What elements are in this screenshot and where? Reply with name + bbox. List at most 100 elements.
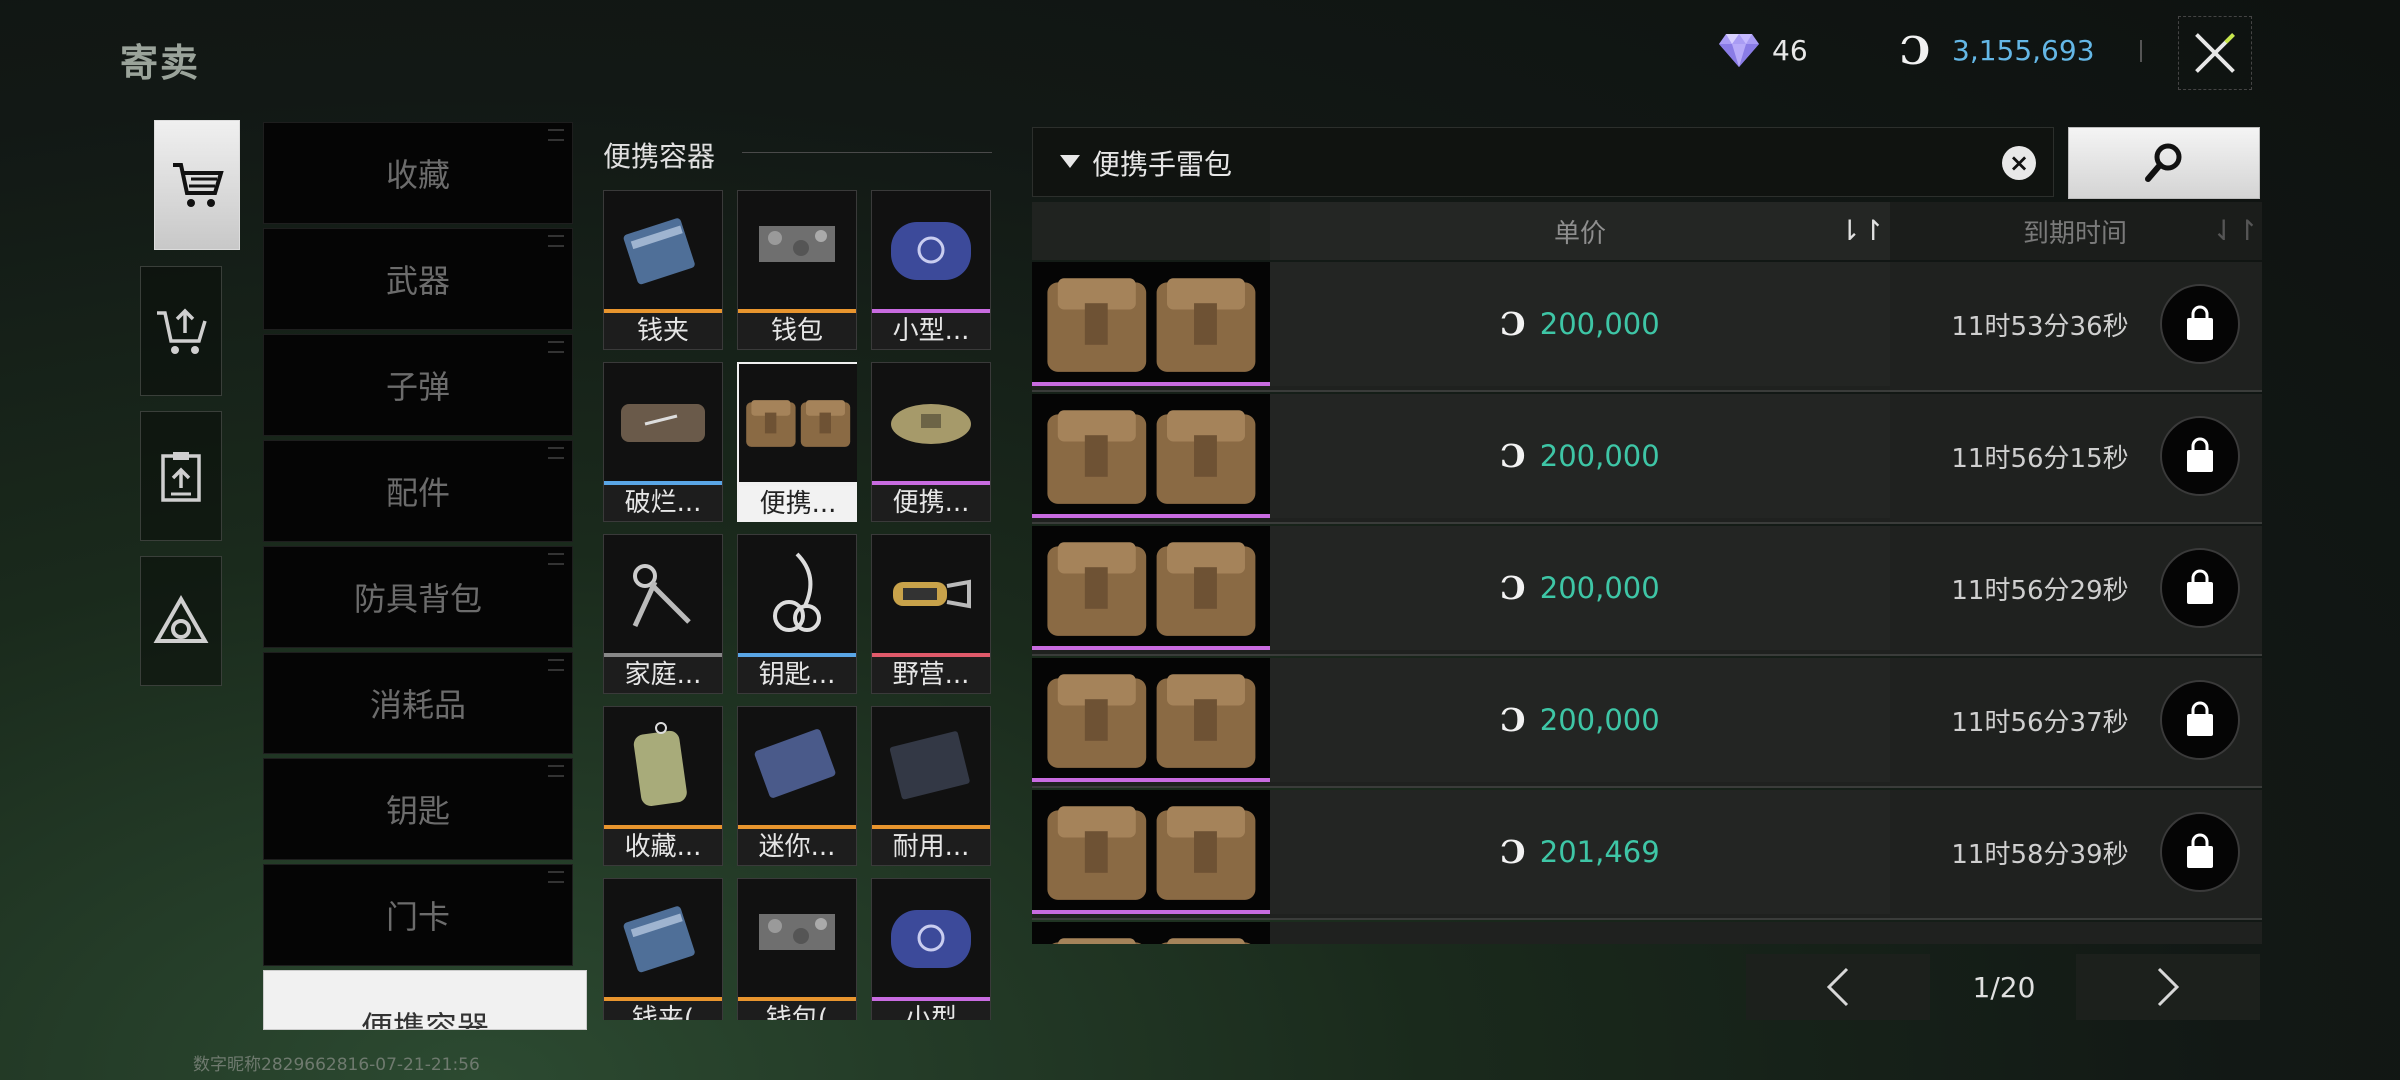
expire-time: 11时56分29秒: [1951, 575, 2129, 606]
grid-title-divider: [742, 152, 992, 153]
prev-page-button[interactable]: [1746, 954, 1930, 1020]
rarity-bar: [1032, 910, 1270, 914]
unit-price: 200,000: [1539, 703, 1660, 737]
item-tile[interactable]: 钱夹: [603, 190, 723, 350]
rail-tab-buy[interactable]: [154, 120, 240, 250]
keyring-icon: [738, 535, 856, 653]
waist-pack-icon: [872, 363, 990, 481]
category-armor-backpacks[interactable]: 防具背包: [263, 546, 573, 648]
table-header-image-col: [1032, 202, 1270, 260]
close-button[interactable]: [2178, 16, 2252, 90]
shopping-bag-icon: [2187, 701, 2213, 736]
buy-button[interactable]: [2160, 416, 2240, 496]
price-cell: Ɔ 200,000: [1270, 526, 1890, 650]
search-value[interactable]: 便携手雷包: [1092, 143, 1232, 183]
item-tile[interactable]: 收藏...: [603, 706, 723, 866]
category-weapons[interactable]: 武器: [263, 228, 573, 330]
sort-price-icon[interactable]: ⇂↾: [1838, 214, 1885, 247]
item-tile[interactable]: 小型...: [871, 190, 991, 350]
shopping-bag-icon: [2187, 833, 2213, 868]
rail-tab-sell[interactable]: [140, 266, 222, 396]
wallet-camo-icon: [738, 879, 856, 997]
rarity-bar: [1032, 778, 1270, 782]
category-keycards[interactable]: 门卡: [263, 864, 573, 966]
table-row[interactable]: Ɔ 200,000 11时56分15秒: [1032, 394, 2262, 524]
column-price[interactable]: 单价: [1270, 202, 1890, 260]
category-consumables[interactable]: 消耗品: [263, 652, 573, 754]
item-tile[interactable]: 便携...: [871, 362, 991, 522]
search-button[interactable]: [2068, 127, 2260, 199]
category-keys[interactable]: 钥匙: [263, 758, 573, 860]
wallet-camo-icon: [738, 191, 856, 309]
cart-upload-icon: [157, 308, 207, 354]
item-label: 耐用...: [872, 829, 990, 865]
item-label: 收藏...: [604, 829, 722, 865]
clear-search-button[interactable]: ×: [2002, 146, 2036, 180]
unit-price: 201,469: [1539, 835, 1660, 869]
item-label: 迷你...: [738, 829, 856, 865]
rail-tab-records[interactable]: [140, 411, 222, 541]
category-containers[interactable]: 便携容器: [263, 970, 587, 1030]
column-expire[interactable]: 到期时间: [1888, 202, 2262, 260]
buy-button[interactable]: [2160, 812, 2240, 892]
sort-expire-icon[interactable]: ⇃↾: [2212, 214, 2259, 247]
item-tile[interactable]: 迷你...: [737, 706, 857, 866]
item-label: 钱包(: [738, 1001, 856, 1020]
page-title: 寄卖: [120, 41, 201, 85]
grenade-pouch-icon: [1032, 526, 1270, 650]
grenade-pouch-icon: [1032, 394, 1270, 518]
pouch-green-icon: [604, 707, 722, 825]
grid-title: 便携容器: [603, 140, 716, 173]
category-attachments[interactable]: 配件: [263, 440, 573, 542]
close-icon: [2195, 33, 2235, 73]
clipboard-upload-icon: [161, 452, 201, 502]
table-row[interactable]: [1032, 922, 2262, 944]
category-favorites[interactable]: 收藏: [263, 122, 573, 224]
header-divider: [2140, 40, 2142, 62]
chevron-left-icon: [1826, 967, 1849, 1007]
pouch-ragged-icon: [604, 363, 722, 481]
category-ammo[interactable]: 子弹: [263, 334, 573, 436]
buy-button[interactable]: [2160, 284, 2240, 364]
clear-x-icon: ×: [2008, 149, 2030, 177]
rail-tab-special[interactable]: [140, 556, 222, 686]
expire-time: 11时58分39秒: [1951, 839, 2129, 870]
currency-icon: Ɔ: [1500, 701, 1526, 739]
item-tile[interactable]: 野营...: [871, 534, 991, 694]
case-blue-icon: [738, 707, 856, 825]
unit-price: 200,000: [1539, 571, 1660, 605]
item-label: 小型: [872, 1001, 990, 1020]
rarity-bar: [1032, 382, 1270, 386]
item-tile[interactable]: 家庭...: [603, 534, 723, 694]
item-tile[interactable]: 耐用...: [871, 706, 991, 866]
page-indicator: 1/20: [1972, 970, 2036, 1004]
keys-icon: [604, 535, 722, 653]
table-row[interactable]: Ɔ 200,000 11时56分29秒: [1032, 526, 2262, 656]
item-tile[interactable]: 破烂...: [603, 362, 723, 522]
item-label: 钱包: [738, 313, 856, 349]
table-row[interactable]: Ɔ 200,000 11时56分37秒: [1032, 658, 2262, 788]
table-row[interactable]: Ɔ 200,000 11时53分36秒: [1032, 262, 2262, 392]
item-tile[interactable]: 钱包: [737, 190, 857, 350]
cart-icon: [173, 163, 224, 207]
table-row[interactable]: Ɔ 201,469 11时58分39秒: [1032, 790, 2262, 920]
item-tile[interactable]: 钱包(: [737, 878, 857, 1020]
buy-button[interactable]: [2160, 680, 2240, 760]
item-tile[interactable]: 便携...: [737, 362, 857, 522]
buy-button[interactable]: [2160, 548, 2240, 628]
grenade-pouch-icon: [1032, 658, 1270, 782]
grenade-pouch-icon: [739, 364, 857, 482]
price-cell: Ɔ 200,000: [1270, 394, 1890, 518]
rarity-bar: [1032, 514, 1270, 518]
item-tile[interactable]: 钱夹(: [603, 878, 723, 1020]
item-tile[interactable]: 小型: [871, 878, 991, 1020]
dropdown-triangle-icon[interactable]: [1060, 155, 1080, 168]
item-tile[interactable]: 钥匙...: [737, 534, 857, 694]
item-label: 钥匙...: [738, 657, 856, 693]
case-dark-icon: [872, 707, 990, 825]
pouch-blue-icon: [872, 191, 990, 309]
wallet-blue-icon: [604, 879, 722, 997]
currency-icon: Ɔ: [1500, 833, 1526, 871]
next-page-button[interactable]: [2076, 954, 2260, 1020]
item-label: 钱夹: [604, 313, 722, 349]
